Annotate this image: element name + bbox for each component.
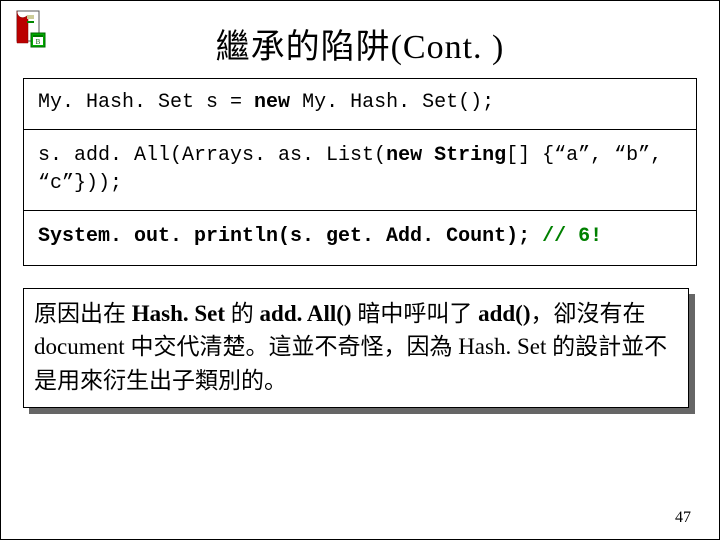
type-string: String (434, 144, 506, 167)
explanation-box: 原因出在 Hash. Set 的 add. All() 暗中呼叫了 add()，… (23, 288, 689, 408)
code-comment: // 6! (542, 225, 602, 248)
code-text: My. Hash. Set(); (290, 91, 494, 114)
code-text: System. out. println(s. get. Add. Count)… (38, 225, 542, 248)
slide-title: 繼承的陷阱(Cont. ) (1, 19, 719, 68)
keyword-new: new (254, 91, 290, 114)
method-name: add. All() (260, 301, 352, 326)
class-name: Hash. Set (132, 301, 225, 326)
logo-icon: B (13, 9, 49, 49)
keyword-new: new (386, 144, 422, 167)
code-text: [] {“a”, “b”, (506, 144, 662, 167)
method-name: add() (478, 301, 530, 326)
page-number: 47 (675, 509, 691, 527)
explain-text: 的 (225, 301, 260, 326)
code-divider (24, 210, 696, 211)
code-block: My. Hash. Set s = new My. Hash. Set(); s… (23, 78, 697, 266)
code-divider (24, 129, 696, 130)
explanation-wrap: 原因出在 Hash. Set 的 add. All() 暗中呼叫了 add()，… (23, 288, 689, 408)
code-text: s. add. All(Arrays. as. List( (38, 144, 386, 167)
code-line-2: s. add. All(Arrays. as. List(new String[… (38, 142, 682, 170)
code-text (422, 144, 434, 167)
explain-text: 原因出在 (34, 301, 132, 326)
code-line-3: System. out. println(s. get. Add. Count)… (38, 223, 682, 251)
code-text: My. Hash. Set s = (38, 91, 254, 114)
explain-text: 暗中呼叫了 (352, 301, 479, 326)
svg-text:B: B (36, 38, 41, 46)
code-line-1: My. Hash. Set s = new My. Hash. Set(); (38, 89, 682, 117)
code-line-2b: “c”})); (38, 170, 682, 198)
slide: B 繼承的陷阱(Cont. ) My. Hash. Set s = new My… (0, 0, 720, 540)
